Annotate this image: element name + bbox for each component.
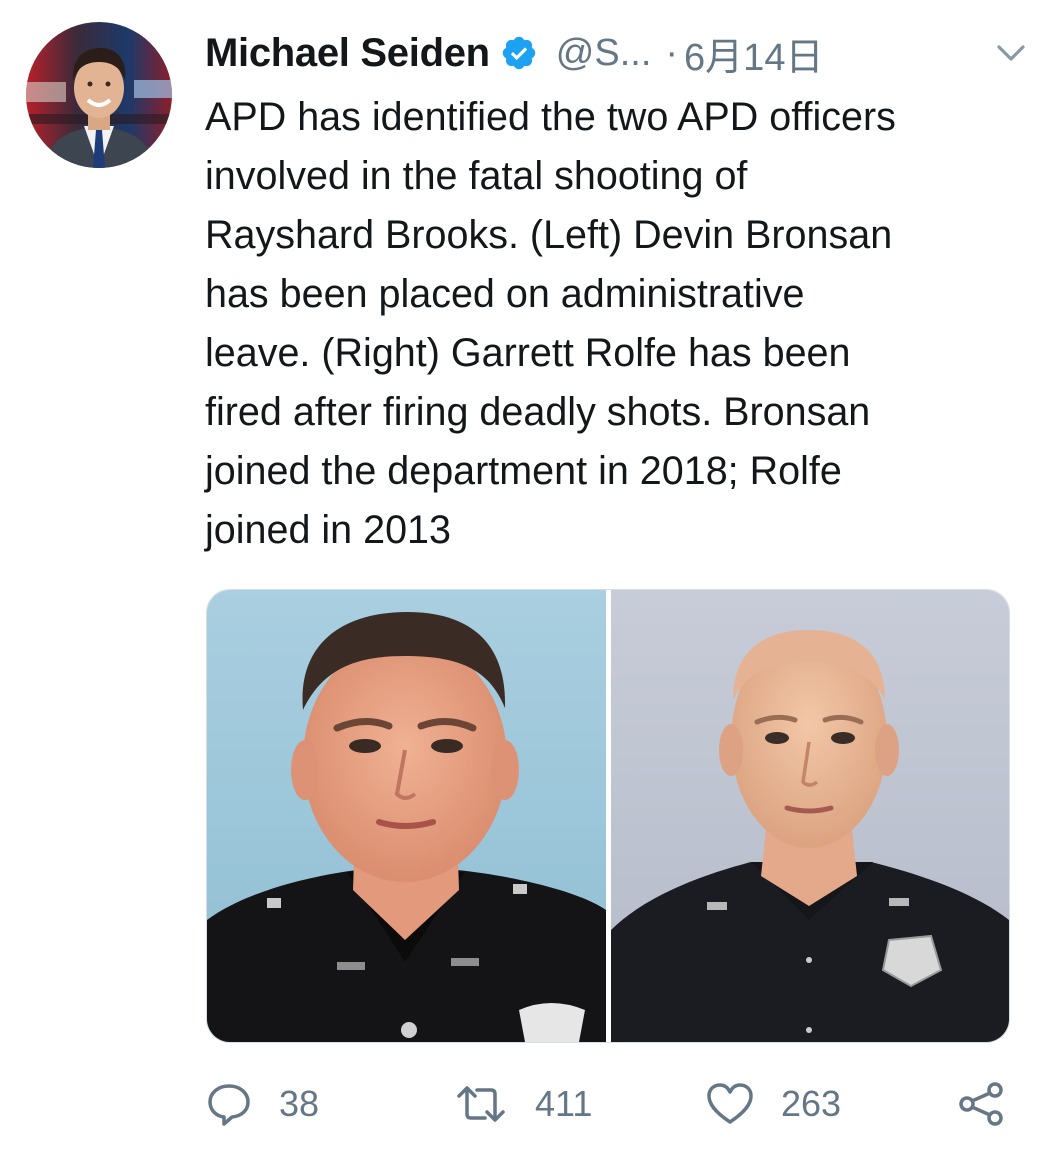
tweet-actions: 38 411 263: [205, 1074, 1015, 1134]
author-avatar[interactable]: [26, 22, 172, 168]
reply-button[interactable]: 38: [205, 1074, 319, 1134]
like-count: 263: [781, 1083, 842, 1124]
reply-count: 38: [279, 1083, 320, 1124]
author-name[interactable]: Michael Seiden: [205, 31, 490, 76]
tweet-text-line: involved in the fatal shooting of: [205, 154, 748, 198]
share-icon: [959, 1082, 1003, 1126]
reply-bubble-icon: [208, 1084, 250, 1126]
tweet-text-line: leave. (Right) Garrett Rolfe has been: [205, 331, 851, 375]
officer-photo-right[interactable]: [611, 590, 1009, 1042]
share-button[interactable]: [957, 1074, 1007, 1134]
verified-badge-icon: [500, 34, 538, 72]
chevron-down-icon[interactable]: [994, 36, 1028, 70]
author-handle[interactable]: @S...: [556, 32, 652, 75]
heart-icon: [707, 1083, 753, 1124]
tweet-media[interactable]: [206, 589, 1010, 1043]
tweet-text-line: joined in 2013: [205, 508, 451, 552]
tweet-date[interactable]: 6月14日: [684, 26, 823, 81]
like-button[interactable]: 263: [705, 1074, 841, 1134]
tweet-text: APD has identified the two APD officers …: [205, 88, 1015, 560]
tweet-text-line: joined the department in 2018; Rolfe: [205, 449, 842, 493]
tweet-text-line: fired after firing deadly shots. Bronsan: [205, 390, 871, 434]
header-separator: ·: [665, 31, 679, 74]
retweet-count: 411: [535, 1083, 593, 1124]
retweet-button[interactable]: 411: [453, 1074, 592, 1134]
tweet-header: Michael Seiden @S... · 6月14日: [205, 26, 1028, 80]
tweet-text-line: has been placed on administrative: [205, 272, 805, 316]
officer-photo-left[interactable]: [207, 590, 606, 1042]
retweet-icon: [457, 1086, 505, 1122]
tweet-text-line: APD has identified the two APD officers: [205, 95, 896, 139]
tweet-text-line: Rayshard Brooks. (Left) Devin Bronsan: [205, 213, 893, 257]
